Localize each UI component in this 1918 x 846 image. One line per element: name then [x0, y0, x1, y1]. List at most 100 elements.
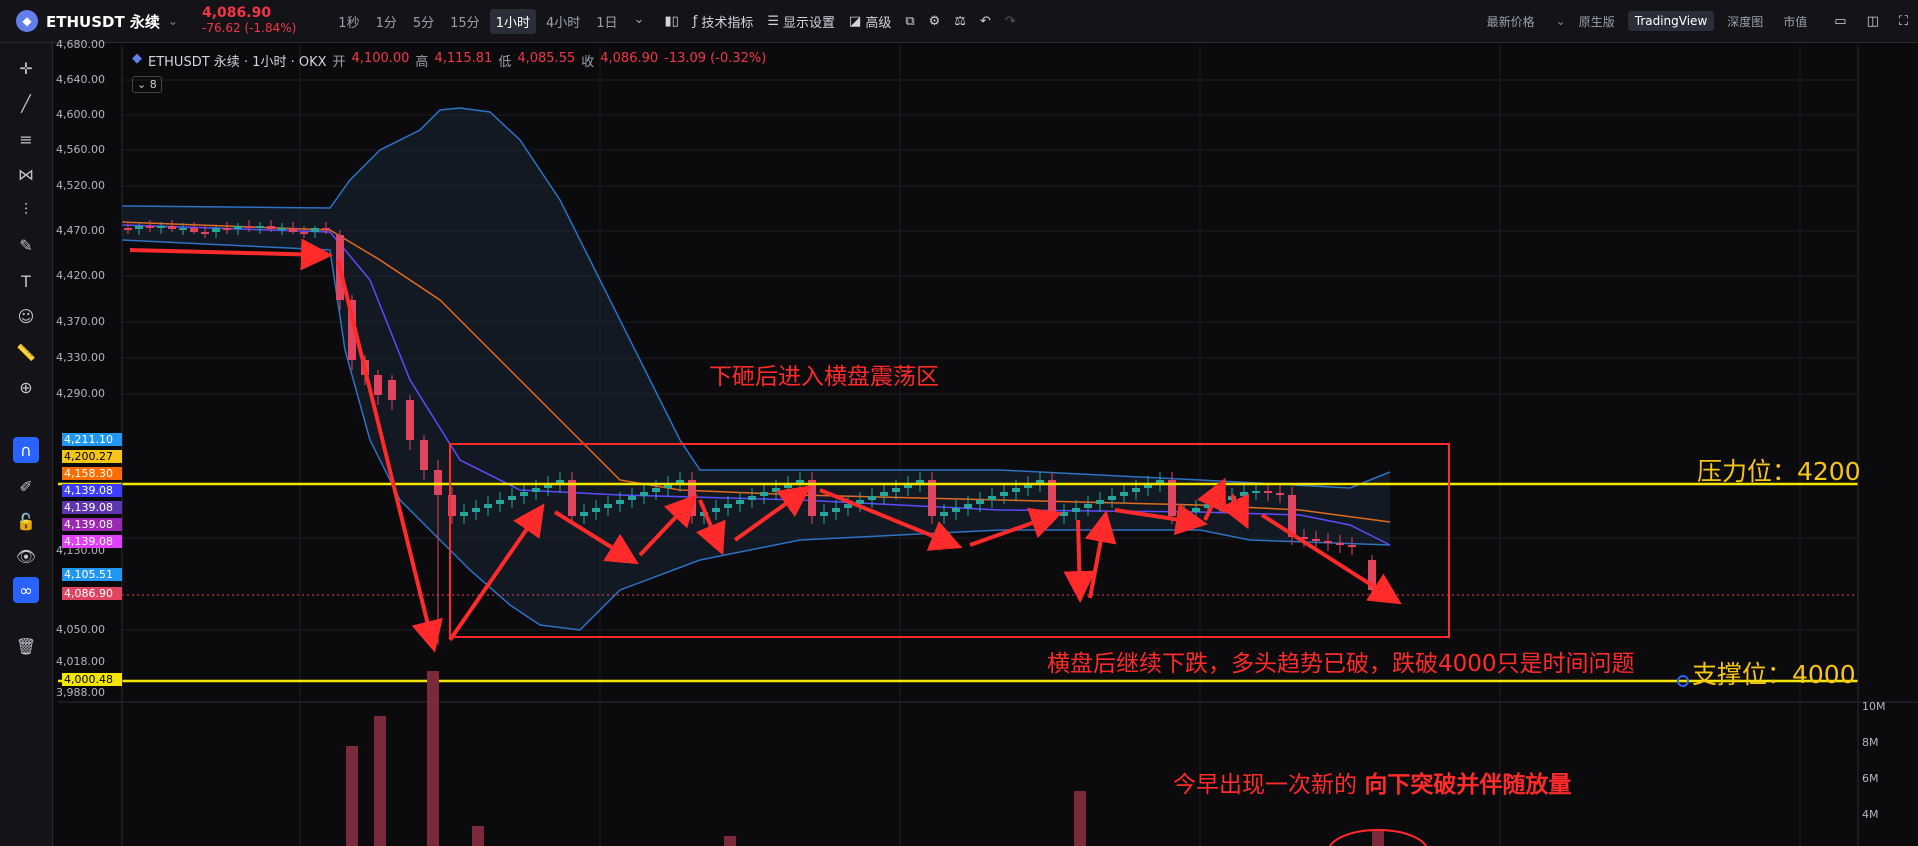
- candle-body: [1348, 545, 1356, 547]
- candle-body: [179, 228, 187, 230]
- candle-body: [1216, 500, 1224, 504]
- breakdown-annotation: 横盘后继续下跌，多头趋势已破，跌破4000只是时间问题: [1047, 651, 1635, 677]
- candle-body: [157, 226, 165, 228]
- candle-body: [289, 228, 297, 232]
- volume-bar: [1074, 791, 1086, 846]
- candle-body: [988, 496, 996, 500]
- candle-body: [1252, 491, 1260, 493]
- price-tag: 4,086.90: [62, 587, 122, 600]
- candle-body: [592, 508, 600, 512]
- candle-body: [135, 226, 143, 229]
- candle-body: [1276, 493, 1284, 495]
- volume-note-a: 今早出现一次新的: [1173, 772, 1357, 798]
- candle-body: [736, 500, 744, 504]
- price-axis-label: 4,520.00: [56, 179, 105, 192]
- candle-body: [616, 500, 624, 504]
- candle-body: [568, 480, 576, 516]
- candle-body: [420, 440, 428, 470]
- price-tag: 4,200.27: [62, 450, 122, 463]
- candle-body: [1084, 504, 1092, 508]
- price-axis-label: 4,680.00: [56, 38, 105, 51]
- price-tag: 4,211.10: [62, 433, 122, 446]
- chart-legend: ◆ ETHUSDT 永续 · 1小时 · OKX 开 4,100.00 高 4,11…: [132, 51, 766, 70]
- candle-body: [201, 232, 209, 234]
- price-axis-label: 4,600.00: [56, 108, 105, 121]
- candle-body: [434, 470, 442, 495]
- candle-body: [1072, 508, 1080, 512]
- candle-body: [508, 496, 516, 500]
- candle-body: [1312, 539, 1320, 541]
- legend-title: ETHUSDT 永续 · 1小时 · OKX: [148, 55, 327, 70]
- low-value: 4,085.55: [517, 51, 576, 66]
- candle-body: [832, 508, 840, 512]
- candle-body: [1324, 541, 1332, 543]
- candle-body: [640, 492, 648, 496]
- indicator-count: 8: [149, 78, 157, 91]
- range-annotation: 下砸后进入横盘震荡区: [709, 364, 939, 390]
- candle-body: [406, 400, 414, 440]
- candle-body: [724, 504, 732, 508]
- price-axis-label: 4,018.00: [56, 655, 105, 668]
- volume-axis-label: 4M: [1862, 808, 1879, 821]
- price-axis-label: 4,370.00: [56, 315, 105, 328]
- candle-body: [952, 508, 960, 512]
- open-value: 4,100.00: [351, 51, 410, 66]
- candle-body: [1168, 480, 1176, 516]
- close-value: 4,086.90: [600, 51, 659, 66]
- candle-body: [146, 226, 154, 228]
- volume-axis-label: 8M: [1862, 736, 1879, 749]
- candle-body: [520, 492, 528, 496]
- candle-body: [1240, 492, 1248, 496]
- indicator-collapse-button[interactable]: ⌄ 8: [132, 76, 162, 93]
- candle-body: [388, 380, 396, 400]
- low-label: 低: [498, 55, 512, 70]
- candle-body: [1180, 512, 1188, 516]
- candle-body: [1264, 491, 1272, 493]
- candle-body: [245, 226, 253, 228]
- price-axis-label: 4,560.00: [56, 143, 105, 156]
- chart-canvas[interactable]: [0, 0, 1918, 846]
- candle-body: [604, 504, 612, 508]
- candle-body: [928, 480, 936, 516]
- candle-body: [652, 488, 660, 492]
- candle-body: [580, 512, 588, 516]
- candle-body: [267, 226, 275, 229]
- candle-body: [868, 496, 876, 500]
- volume-bar: [427, 671, 439, 846]
- candle-body: [322, 228, 330, 230]
- price-tag: 4,158.30: [62, 467, 122, 480]
- candle-body: [256, 226, 264, 228]
- candle-body: [964, 504, 972, 508]
- price-axis-label: 3,988.00: [56, 686, 105, 699]
- candle-body: [472, 508, 480, 512]
- candle-body: [190, 228, 198, 232]
- candle-body: [278, 228, 286, 230]
- price-axis-label: 4,050.00: [56, 623, 105, 636]
- price-axis-label: 4,290.00: [56, 387, 105, 400]
- candle-body: [234, 226, 242, 229]
- volume-bar: [472, 826, 484, 846]
- eth-icon: ◆: [132, 51, 142, 66]
- candle-body: [808, 480, 816, 516]
- price-axis-label: 4,420.00: [56, 269, 105, 282]
- candle-body: [760, 492, 768, 496]
- volume-bar: [374, 716, 386, 846]
- high-value: 4,115.81: [434, 51, 493, 66]
- candle-body: [820, 512, 828, 516]
- volume-note-b: 向下突破并伴随放量: [1364, 772, 1572, 798]
- candle-body: [772, 488, 780, 492]
- candle-body: [124, 228, 132, 230]
- candle-body: [1048, 480, 1056, 516]
- candle-body: [1336, 543, 1344, 545]
- candle-body: [496, 500, 504, 504]
- price-tag: 4,000.48: [62, 673, 122, 686]
- candle-body: [1000, 492, 1008, 496]
- candle-body: [688, 480, 696, 516]
- volume-bar: [724, 836, 736, 846]
- candle-body: [880, 492, 888, 496]
- volume-annotation: 今早出现一次新的 向下突破并伴随放量: [1173, 765, 1571, 799]
- price-axis-label: 4,640.00: [56, 73, 105, 86]
- support-annotation: 支撑位：4000: [1692, 660, 1856, 689]
- price-tag: 4,105.51: [62, 568, 122, 581]
- candle-body: [976, 500, 984, 504]
